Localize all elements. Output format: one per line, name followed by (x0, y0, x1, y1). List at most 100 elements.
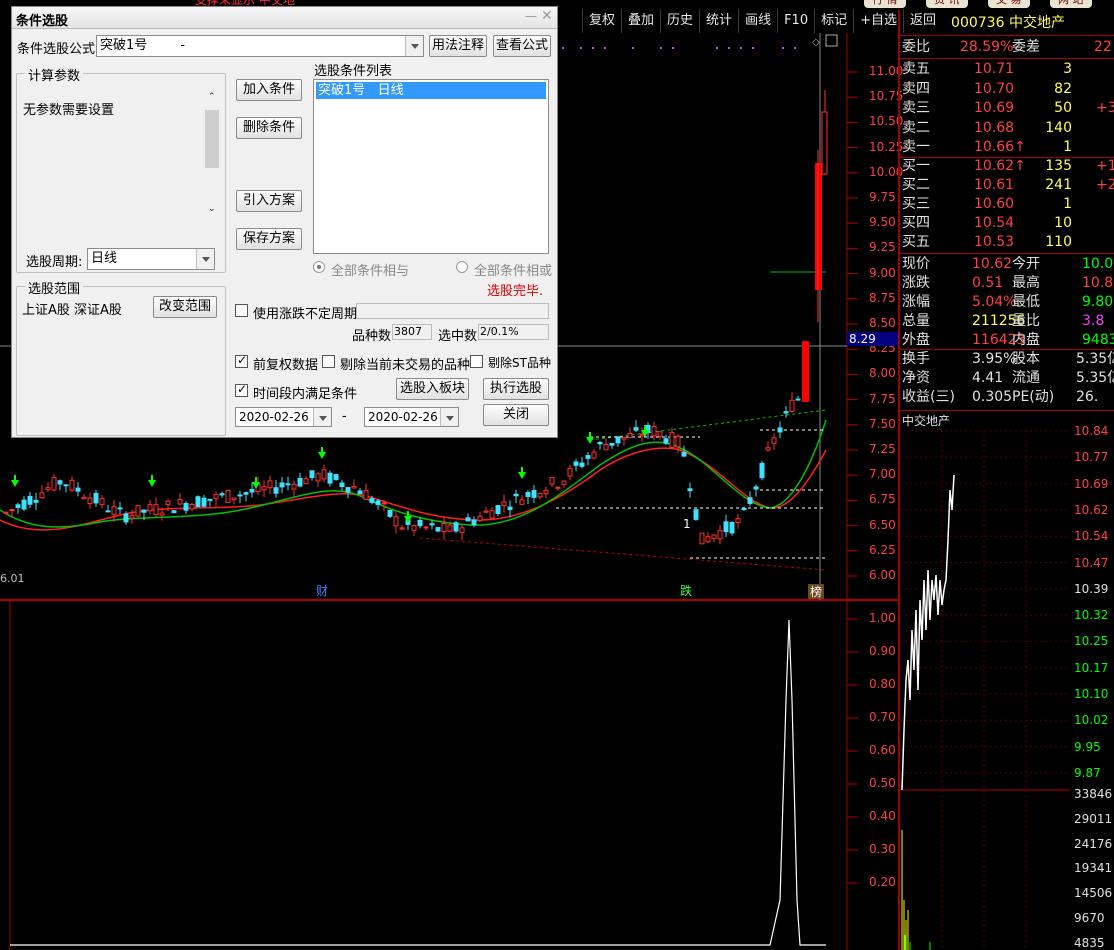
delete-condition-button[interactable]: 删除条件 (236, 117, 302, 139)
chevron-down-icon[interactable] (313, 408, 331, 426)
stat-label: 最高 (1012, 275, 1040, 291)
formula-select-value: 突破1号 - (100, 38, 186, 53)
order-volume: 10 (1054, 215, 1072, 231)
mini-chart-title: 中交地产 (902, 414, 951, 428)
tab-news[interactable]: 资 讯 (926, 0, 968, 8)
sells-row[interactable]: 卖二 10.68 140 (900, 119, 1114, 138)
trading-terminal-window: 支撑未显示 中交地 行 情 资 讯 交 易 网 站 复权 叠加 历史 统计 画线… (0, 0, 1114, 950)
execute-selection-button[interactable]: 执行选股 (483, 378, 549, 400)
scroll-down-icon[interactable]: ⌄ (208, 204, 216, 214)
stat-value: 10.62 (972, 256, 1013, 272)
intraday-mini-chart[interactable] (900, 430, 1070, 950)
stat-value: 3.95% (972, 351, 1017, 367)
calc-params-legend: 计算参数 (25, 65, 84, 84)
change-range-button[interactable]: 改变范围 (153, 296, 217, 318)
sells-row[interactable]: 卖四 10.70 82 (900, 80, 1114, 99)
formula-select[interactable]: 突破1号 - (96, 35, 424, 57)
dialog-titlebar[interactable]: 条件选股 — ✕ (12, 7, 557, 29)
save-scheme-button[interactable]: 保存方案 (236, 228, 302, 250)
marker-die[interactable]: 跌 (680, 583, 692, 598)
view-formula-button[interactable]: 查看公式 (493, 35, 551, 57)
date-to-field[interactable]: 2020-02-26 (364, 407, 459, 427)
stat-label: 量比 (1012, 313, 1040, 329)
date-from-field[interactable]: 2020-02-26 (235, 407, 332, 427)
mini-volume-tick: 33846 (1074, 787, 1113, 801)
radio-all-or[interactable] (456, 261, 468, 273)
add-condition-button[interactable]: 加入条件 (236, 79, 302, 101)
scroll-up-icon[interactable]: ⌃ (208, 92, 216, 102)
chevron-down-icon[interactable] (440, 408, 458, 426)
time-period-checkbox[interactable] (235, 382, 248, 397)
tab-trade[interactable]: 交 易 (988, 0, 1030, 8)
intraday-volume-bars (901, 830, 909, 950)
usage-notes-button[interactable]: 用法注释 (429, 35, 487, 57)
stat-label: 外盘 (902, 332, 930, 348)
mini-price-tick: 10.02 (1074, 713, 1109, 728)
buys-row[interactable]: 买一 10.62↑ 135 +13 (900, 157, 1114, 176)
formula-label: 条件选股公式 (17, 42, 96, 57)
price-axis-tick: 7.00 (869, 467, 896, 482)
stat-value: 10.8 (1082, 275, 1114, 291)
stat-label: 内盘 (1012, 332, 1040, 348)
price-axis-tick: 8.00 (869, 366, 896, 381)
indicator-axis-tick: 0.60 (869, 743, 896, 757)
calc-params-text: 无参数需要设置 (23, 103, 115, 118)
chevron-down-icon[interactable] (196, 249, 214, 269)
use-period-field[interactable] (356, 303, 549, 319)
minimize-icon[interactable]: — (525, 9, 537, 23)
tab-website[interactable]: 网 站 (1050, 0, 1092, 8)
chevron-down-icon[interactable] (405, 36, 423, 56)
indicator-line (10, 619, 826, 946)
buys-row[interactable]: 买二 10.61 241 +24 (900, 176, 1114, 195)
buys-row[interactable]: 买四 10.54 10 (900, 214, 1114, 233)
indicator-axis-tick: 0.80 (869, 677, 896, 691)
sells-row[interactable]: 卖三 10.69 50 +3 (900, 99, 1114, 118)
stock-code-name[interactable]: 000736 中交地产 (900, 12, 1114, 34)
condition-stock-picker-dialog: 条件选股 — ✕ 条件选股公式 突破1号 - 用法注释 查看公式 计算参数 无参… (11, 6, 558, 438)
stat-label: PE(动) (1012, 389, 1055, 405)
count-value: 3807 (394, 325, 422, 338)
period-select[interactable]: 日线 (87, 248, 215, 270)
close-button[interactable]: 关闭 (483, 404, 549, 426)
price-axis-tick: 9.75 (869, 190, 896, 204)
exclude-no-trade-checkbox[interactable] (322, 355, 335, 368)
condition-list[interactable]: 突破1号 日线 (313, 79, 549, 254)
selected-field: 2/0.1% (478, 324, 549, 340)
radio-all-and[interactable] (313, 261, 325, 273)
order-volume: 241 (1045, 177, 1072, 193)
use-period-checkbox[interactable] (235, 304, 248, 317)
condition-list-item[interactable]: 突破1号 日线 (316, 82, 546, 99)
stat-value: 9.80 (1082, 294, 1114, 310)
price-axis-tick: 9.50 (869, 215, 896, 230)
sells-row[interactable]: 卖一 10.66↑ 1 (900, 138, 1114, 157)
stat-row: 总量 211256 量比 3.8 (900, 312, 1114, 331)
add-to-block-button[interactable]: 选股入板块 (396, 378, 469, 400)
order-price: 10.54 (974, 215, 1015, 231)
radio-all-or-label: 全部条件相或 (474, 264, 553, 279)
buys-row[interactable]: 买三 10.60 1 (900, 195, 1114, 214)
mini-volume-tick: 24176 (1074, 836, 1113, 851)
exclude-st-checkbox[interactable] (470, 355, 483, 368)
fq-data-checkbox[interactable] (235, 353, 248, 368)
marker-cai[interactable]: 财 (316, 584, 328, 598)
order-price: 10.68 (974, 119, 1015, 136)
import-scheme-button[interactable]: 引入方案 (236, 190, 302, 212)
order-level-label: 卖三 (902, 100, 930, 116)
price-axis-tick: 9.25 (869, 240, 896, 255)
close-icon[interactable]: ✕ (541, 8, 553, 24)
calc-params-scrollbar[interactable]: ⌃ ⌄ (204, 92, 220, 221)
range-group: 选股范围 上证A股 深证A股 改变范围 (16, 278, 226, 436)
scroll-thumb[interactable] (205, 110, 219, 168)
marker-bang[interactable]: 榜 (810, 584, 822, 599)
stat-row: 涨跌 0.51 最高 10.8 (900, 274, 1114, 293)
buys-row[interactable]: 买五 10.53 110 (900, 233, 1114, 252)
order-level-label: 买三 (902, 196, 930, 212)
stat-row: 外盘116423内盘94833 (900, 331, 1114, 350)
chart-expand-icon[interactable] (825, 34, 838, 47)
order-price: 10.71 (974, 61, 1015, 77)
stat-label: 净资 (902, 370, 930, 386)
sells-row[interactable]: 卖五 10.71 3 (900, 60, 1114, 79)
period-select-value: 日线 (91, 251, 118, 266)
stat-label: 收益(三) (902, 389, 955, 405)
stat-value: 94833 (1082, 332, 1114, 348)
